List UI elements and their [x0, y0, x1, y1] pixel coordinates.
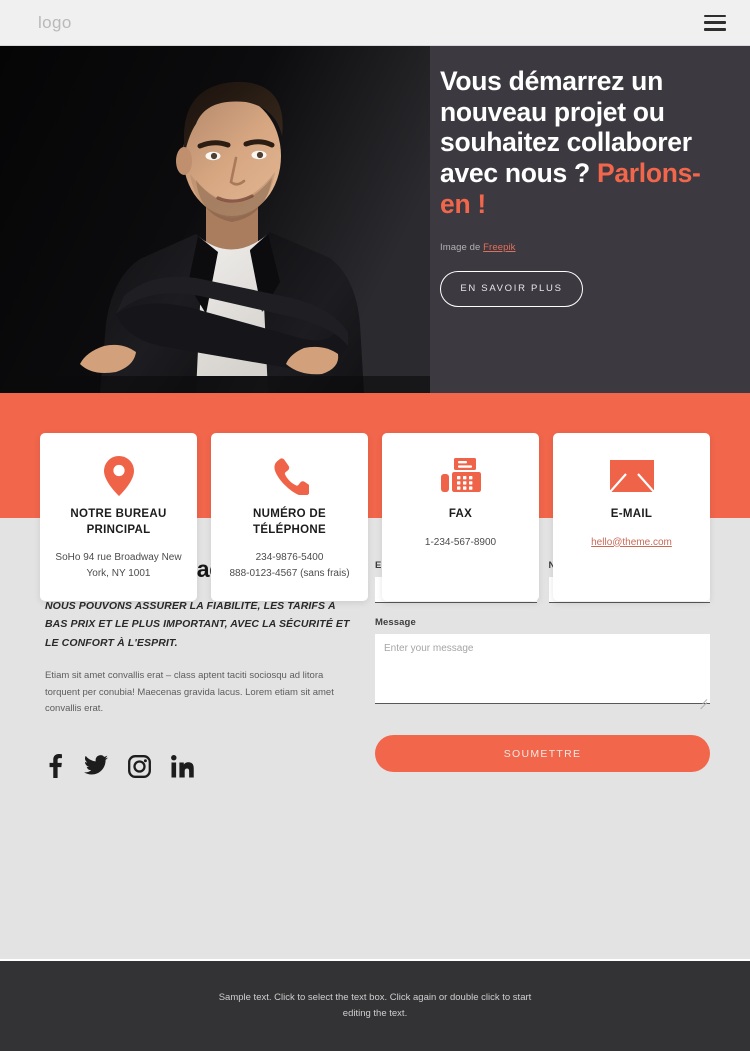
facebook-icon[interactable] — [45, 754, 64, 778]
location-pin-icon — [50, 455, 187, 497]
linkedin-icon[interactable] — [171, 754, 194, 778]
contact-subheading: NOUS POUVONS ASSURER LA FIABILITÉ, LES T… — [45, 600, 350, 649]
info-card-fax[interactable]: FAX 1-234-567-8900 — [382, 433, 539, 602]
message-label: Message — [375, 617, 416, 628]
message-textarea[interactable] — [375, 634, 710, 704]
hero-content: Vous démarrez un nouveau projet ou souha… — [440, 66, 730, 307]
submit-button[interactable]: SOUMETTRE — [375, 735, 710, 772]
image-credit-prefix: Image de — [440, 241, 484, 253]
card-title: NUMÉRO DE TÉLÉPHONE — [253, 508, 326, 536]
card-line: 888-0123-4567 (sans frais) — [229, 567, 350, 579]
info-cards-row: NOTRE BUREAU PRINCIPAL SoHo 94 rue Broad… — [40, 433, 710, 602]
message-textarea-wrap — [375, 634, 710, 710]
info-card-phone[interactable]: NUMÉRO DE TÉLÉPHONE 234-9876-5400 888-01… — [211, 433, 368, 602]
site-header: logo — [0, 0, 750, 46]
freepik-link[interactable]: Freepik — [483, 242, 515, 253]
hamburger-bar — [704, 14, 726, 17]
hero-title: Vous démarrez un nouveau projet ou souha… — [440, 66, 730, 220]
hamburger-menu-icon[interactable] — [704, 14, 726, 31]
learn-more-button[interactable]: EN SAVOIR PLUS — [440, 270, 583, 307]
envelope-icon — [563, 455, 700, 497]
site-footer: Sample text. Click to select the text bo… — [0, 959, 750, 1051]
card-line: 234-9876-5400 — [255, 552, 324, 564]
social-links — [45, 754, 355, 778]
info-cards-band: NOTRE BUREAU PRINCIPAL SoHo 94 rue Broad… — [0, 393, 750, 602]
card-title: NOTRE BUREAU PRINCIPAL — [70, 508, 167, 536]
info-card-office[interactable]: NOTRE BUREAU PRINCIPAL SoHo 94 rue Broad… — [40, 433, 197, 602]
card-line: SoHo 94 rue Broadway New York, NY 1001 — [55, 552, 182, 579]
footer-text: Sample text. Click to select the text bo… — [218, 992, 532, 1019]
image-credit: Image de Freepik — [440, 242, 730, 253]
hero-section: Vous démarrez un nouveau projet ou souha… — [0, 46, 750, 393]
hamburger-bar — [704, 21, 726, 24]
message-field-group: Message — [375, 617, 710, 710]
phone-icon — [221, 455, 358, 497]
card-line: 1-234-567-8900 — [424, 536, 497, 548]
site-logo[interactable]: logo — [38, 13, 72, 33]
card-title: FAX — [448, 508, 473, 520]
card-title: E-MAIL — [610, 508, 653, 520]
hamburger-bar — [704, 28, 726, 31]
card-line: hello@theme.com — [563, 535, 700, 551]
fax-icon — [392, 455, 529, 497]
contact-body-text: Etiam sit amet convallis erat – class ap… — [45, 670, 334, 715]
hero-portrait-image — [0, 46, 430, 393]
twitter-icon[interactable] — [84, 755, 108, 777]
info-card-email[interactable]: E-MAIL hello@theme.com — [553, 433, 710, 602]
email-link[interactable]: hello@theme.com — [591, 537, 672, 548]
instagram-icon[interactable] — [128, 754, 151, 778]
